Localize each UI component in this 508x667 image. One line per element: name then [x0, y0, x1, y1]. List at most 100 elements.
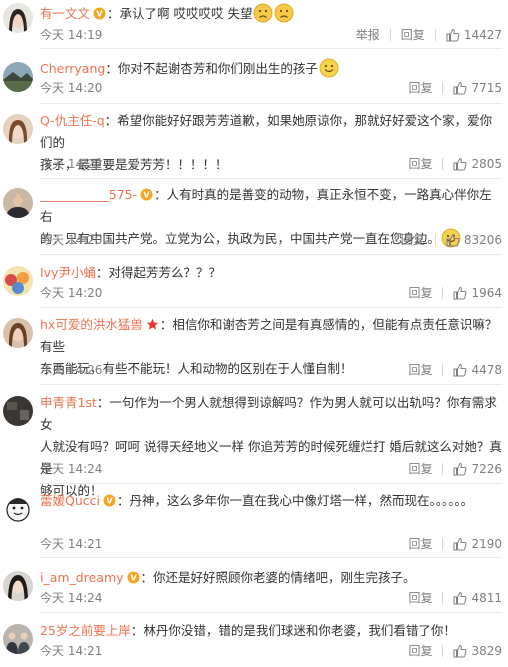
timestamp: 今天 14:21 [40, 537, 103, 551]
avatar[interactable] [3, 62, 33, 92]
like-count: 14427 [463, 28, 502, 42]
divider [40, 48, 502, 49]
sad-face-icon [253, 3, 273, 23]
reply-button[interactable]: 回复 [408, 361, 432, 379]
comment-item: Ivy尹小蛹：对得起芳芳么？？？ 今天 14:20 回复 1964 [0, 262, 508, 308]
comment-item: 申青青1st：一句作为一个男人就想得到谅解吗？作为男人就可以出轨吗？你有需求女人… [0, 392, 508, 498]
separator [434, 234, 436, 246]
timestamp: 今天 14:20 [40, 286, 103, 300]
comment-actions: 回复 4478 [408, 361, 502, 379]
like-count: 3829 [471, 644, 502, 658]
comment-text: ：希望你能好好跟芳芳道歉，如果她原谅你，那就好好爱这个家，爱你们的 [40, 113, 493, 150]
username-link[interactable]: ___________575- [40, 187, 137, 202]
username-link[interactable]: 25岁之前要上岸 [40, 623, 131, 638]
comment-body: i_am_dreamy V ：你还是好好照顾你老婆的情绪吧，刚生完孩子。 [40, 567, 502, 589]
reply-button[interactable]: 回复 [408, 79, 432, 97]
username-link[interactable]: i_am_dreamy [40, 570, 124, 585]
comment-item: ___________575- V ：人有时真的是善变的动物，真正永恒不变，一路真心… [0, 184, 508, 255]
reply-button[interactable]: 回复 [408, 155, 432, 173]
like-count: 1964 [471, 286, 502, 300]
reply-button[interactable]: 回复 [408, 284, 432, 302]
separator [442, 463, 444, 475]
separator [442, 82, 444, 94]
reply-button[interactable]: 回复 [408, 589, 432, 607]
thumbs-up-icon [453, 462, 467, 476]
like-button[interactable]: 4811 [453, 589, 502, 607]
like-button[interactable]: 3829 [453, 642, 502, 660]
timestamp: 今天 14:21 [40, 644, 103, 658]
like-button[interactable]: 2190 [453, 535, 502, 553]
like-button[interactable]: 4478 [453, 361, 502, 379]
comment-body: Cherryang：你对不起谢杏芳和你们刚出生的孩子 [40, 58, 502, 80]
avatar[interactable] [3, 396, 33, 426]
avatar[interactable] [3, 624, 33, 654]
reply-button[interactable]: 回复 [408, 460, 432, 478]
username-link[interactable]: Cherryang [40, 61, 105, 76]
star-badge-icon [146, 318, 159, 331]
like-button[interactable]: 7715 [453, 79, 502, 97]
thumbs-up-icon [453, 363, 467, 377]
like-button[interactable]: 7226 [453, 460, 502, 478]
comment-item: i_am_dreamy V ：你还是好好照顾你老婆的情绪吧，刚生完孩子。 今天 14… [0, 567, 508, 613]
username-link[interactable]: Q-仇主任-q [40, 113, 105, 128]
like-button[interactable]: 14427 [446, 26, 502, 44]
comment-meta: 今天 14:26 回复 4478 [40, 361, 502, 379]
avatar[interactable] [3, 266, 33, 296]
thumbs-up-icon [446, 233, 460, 247]
comment-meta: 今天 14:22 回复 2805 [40, 155, 502, 173]
timestamp: 今天 14:26 [40, 363, 103, 377]
comment-actions: 举报 回复 14427 [356, 26, 502, 44]
separator [442, 364, 444, 376]
comment-meta: 今天 14:20 回复 1964 [40, 284, 502, 302]
like-count: 7226 [471, 462, 502, 476]
thumbs-up-icon [453, 286, 467, 300]
comment-meta: 今天 14:21 回复 3829 [40, 642, 502, 660]
comment-meta: 今天 14:19 举报 回复 14427 [40, 26, 502, 44]
comment-item: hx可爱的洪水猛兽 ：相信你和谢杏芳之间是有真感情的，但能有点责任意识嘛？有些 东西… [0, 314, 508, 385]
avatar[interactable] [3, 188, 33, 218]
avatar[interactable] [3, 318, 33, 348]
smile-face-icon [319, 58, 339, 78]
username-link[interactable]: Ivy尹小蛹 [40, 265, 96, 280]
like-button[interactable]: 1964 [453, 284, 502, 302]
reply-button[interactable]: 回复 [401, 26, 425, 44]
timestamp: 今天 14:24 [40, 462, 103, 476]
report-button[interactable]: 举报 [356, 26, 380, 44]
comment-text: ：你对不起谢杏芳和你们刚出生的孩子 [105, 61, 318, 76]
comment-text: ：丹神，这么多年你一直在我心中像灯塔一样，然而现在。。。。。。 [116, 493, 474, 508]
username-link[interactable]: hx可爱的洪水猛兽 [40, 317, 143, 332]
comment-text: ：一句作为一个男人就想得到谅解吗？作为男人就可以出轨吗？你有需求女 [40, 395, 497, 432]
comment-meta: 今天 14:24 回复 7226 [40, 460, 502, 478]
reply-button[interactable]: 回复 [401, 231, 425, 249]
thumbs-up-icon [453, 157, 467, 171]
comment-actions: 回复 7226 [408, 460, 502, 478]
separator [442, 158, 444, 170]
username-link[interactable]: 蕾嫒Qucci [40, 493, 100, 508]
username-link[interactable]: 申青青1st [40, 395, 97, 410]
divider [40, 178, 502, 179]
comment-item: Q-仇主任-q：希望你能好好跟芳芳道歉，如果她原谅你，那就好好爱这个家，爱你们的… [0, 110, 508, 179]
comment-item: 蕾嫒Qucci V ：丹神，这么多年你一直在我心中像灯塔一样，然而现在。。。。。。 … [0, 490, 508, 558]
reply-button[interactable]: 回复 [408, 642, 432, 660]
divider [40, 483, 502, 484]
timestamp: 今天 14:24 [40, 591, 103, 605]
avatar[interactable] [3, 114, 33, 144]
like-count: 4811 [471, 591, 502, 605]
timestamp: 今天 14:20 [40, 81, 103, 95]
like-button[interactable]: 83206 [446, 231, 502, 249]
avatar[interactable] [3, 3, 33, 33]
thumbs-up-icon [453, 591, 467, 605]
like-count: 2805 [471, 157, 502, 171]
reply-button[interactable]: 回复 [408, 535, 432, 553]
like-count: 83206 [463, 233, 502, 247]
username-link[interactable]: 有一文文 [40, 6, 90, 21]
vip-badge-icon: V [103, 494, 116, 507]
like-button[interactable]: 2805 [453, 155, 502, 173]
like-count: 4478 [471, 363, 502, 377]
comment-actions: 回复 4811 [408, 589, 502, 607]
separator [442, 592, 444, 604]
thumbs-up-icon [453, 81, 467, 95]
comment-meta: 今天 14:20 回复 83206 [40, 231, 502, 249]
avatar[interactable] [3, 494, 33, 524]
avatar[interactable] [3, 571, 33, 601]
